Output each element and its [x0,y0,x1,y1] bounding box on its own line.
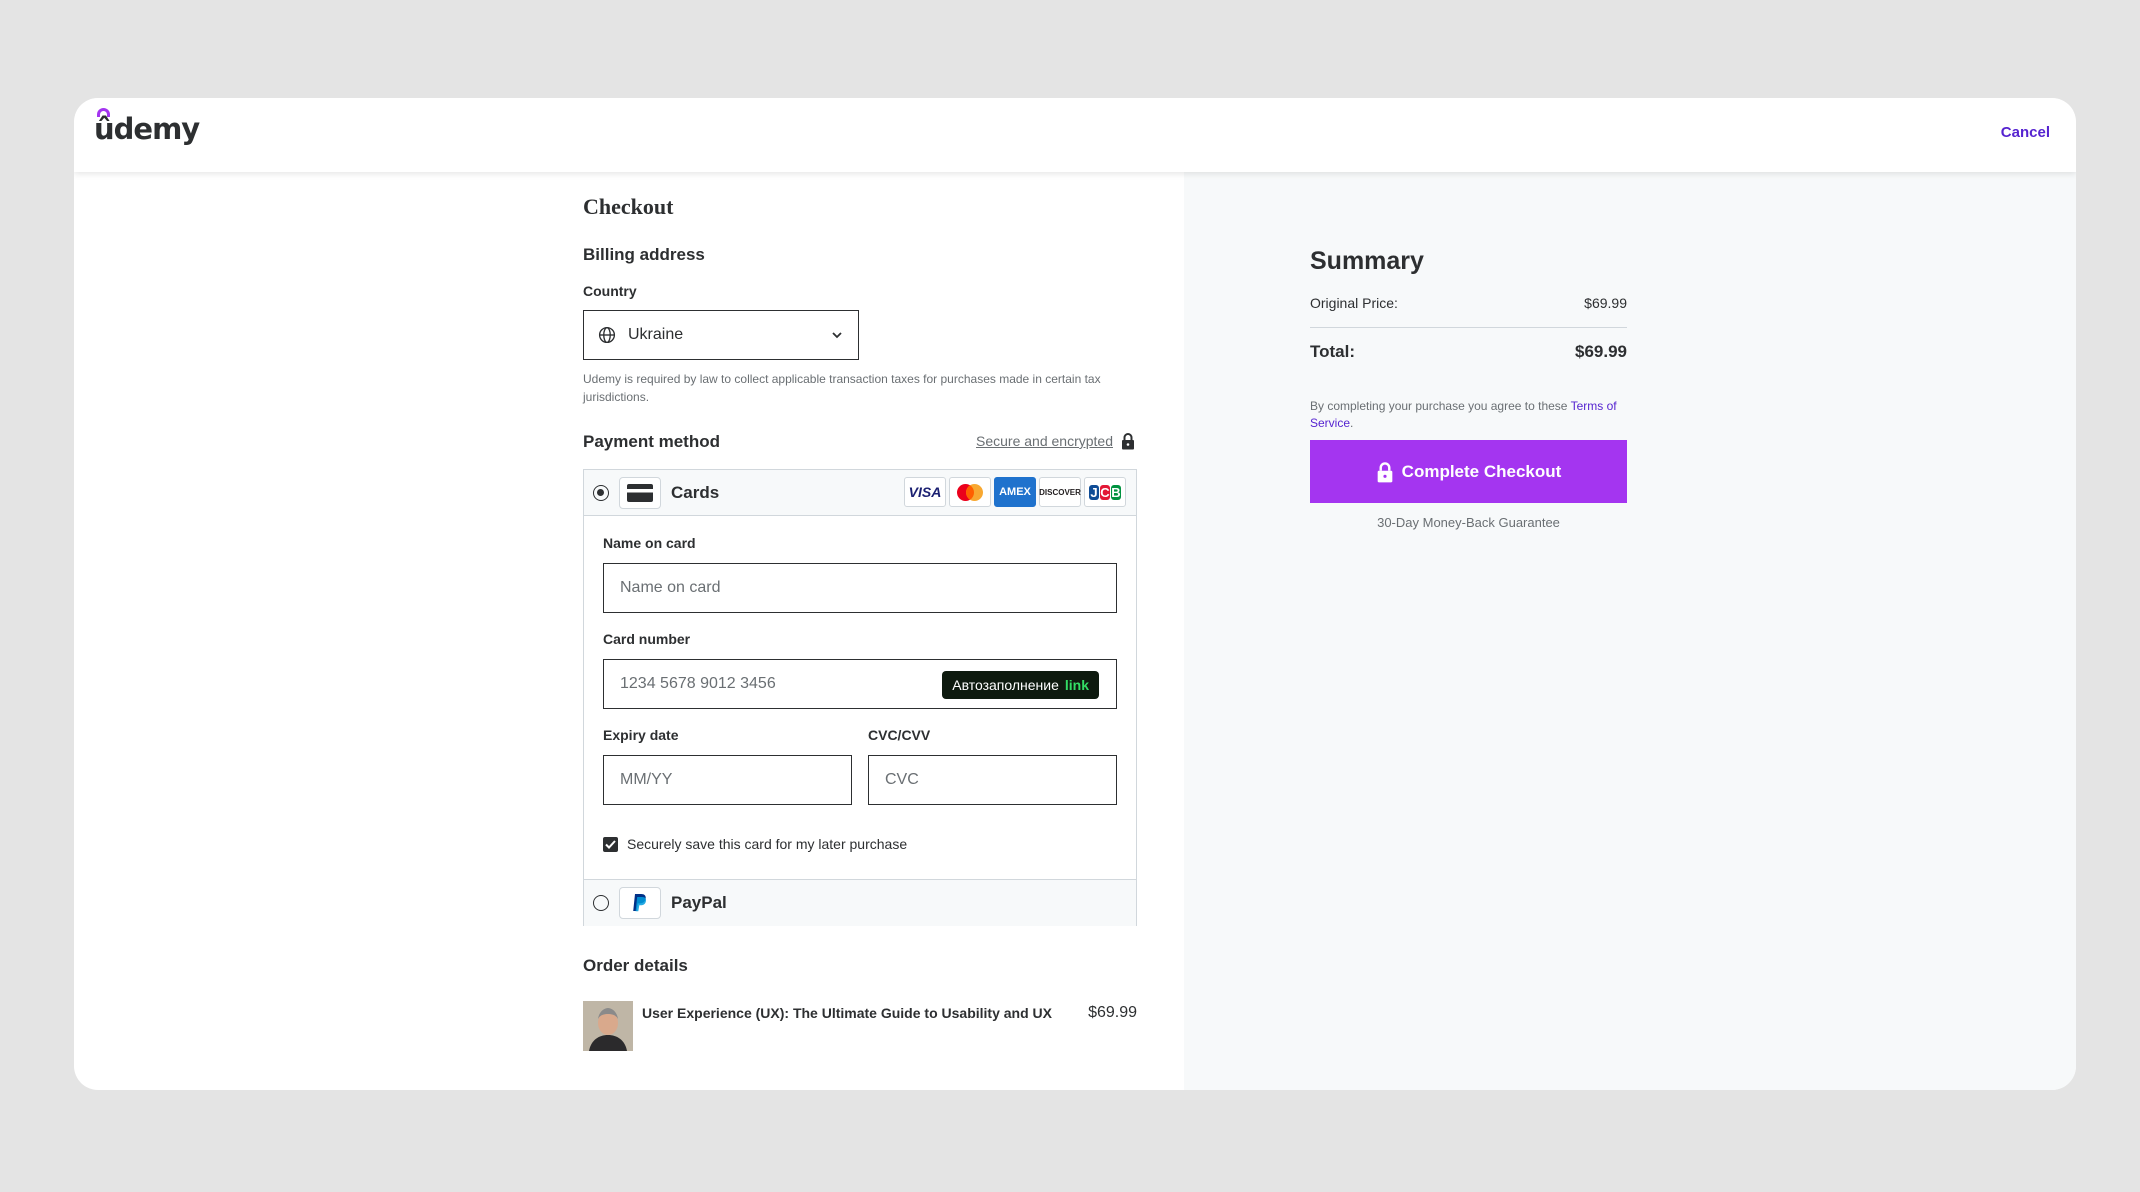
cards-option[interactable]: Cards VISA AMEX DISCOVER JCB [584,470,1136,516]
original-price-label: Original Price: [1310,295,1398,311]
jcb-logo: JCB [1084,477,1126,507]
mastercard-logo [949,477,991,507]
lock-icon [1377,461,1393,482]
terms-prefix: By completing your purchase you agree to… [1310,399,1568,413]
original-price-value: $69.99 [1584,295,1627,311]
card-number-label: Card number [603,631,691,647]
course-title: User Experience (UX): The Ultimate Guide… [642,1005,1052,1021]
cards-radio[interactable] [593,484,609,501]
expiry-date-input[interactable]: MM/YY [603,755,852,805]
cards-label: Cards [671,482,720,502]
discover-logo: DISCOVER [1039,477,1081,507]
money-back-guarantee: 30-Day Money-Back Guarantee [1377,515,1560,530]
cancel-link[interactable]: Cancel [2001,124,2050,141]
paypal-option[interactable]: PayPal [584,879,1136,926]
country-label: Country [583,283,637,299]
expiry-date-label: Expiry date [603,727,679,743]
globe-icon [598,326,616,344]
complete-checkout-label: Complete Checkout [1401,461,1562,481]
complete-checkout-button[interactable]: Complete Checkout [1310,440,1627,503]
country-select[interactable]: Ukraine [583,310,859,360]
credit-card-icon [619,476,661,509]
name-on-card-input[interactable]: Name on card [603,563,1117,613]
original-price-row: Original Price: $69.99 [1310,295,1627,311]
top-bar: ûdemy Cancel [74,98,2076,172]
order-details-heading: Order details [583,956,688,975]
save-card-checkbox[interactable] [603,836,618,852]
cvc-label: CVC/CVV [868,727,931,743]
paypal-icon [619,887,661,919]
save-card-row: Securely save this card for my later pur… [603,836,907,852]
udemy-logo[interactable]: ûdemy [94,108,200,146]
paypal-radio[interactable] [593,895,609,911]
course-price: $69.99 [1088,1004,1137,1021]
order-item: User Experience (UX): The Ultimate Guide… [583,1001,1137,1053]
logo-text: ûdemy [94,112,200,146]
card-brand-logos: VISA AMEX DISCOVER JCB [904,477,1126,507]
amex-logo: AMEX [994,477,1036,507]
total-label: Total: [1310,342,1356,361]
name-on-card-label: Name on card [603,535,696,551]
link-brand-text: link [1064,677,1089,693]
terms-suffix: . [1350,416,1354,430]
page-title: Checkout [583,194,674,219]
card-number-input[interactable]: 1234 5678 9012 3456 Автозаполнение link [603,659,1117,709]
total-value: $69.99 [1575,342,1627,361]
summary-divider [1310,327,1627,328]
payment-method-box: Cards VISA AMEX DISCOVER JCB Name on car… [583,469,1137,926]
lock-icon [1122,433,1134,450]
autofill-text: Автозаполнение [952,677,1059,693]
paypal-label: PayPal [671,893,727,912]
visa-logo: VISA [904,477,946,507]
checkout-window: ûdemy Cancel Checkout Billing address Co… [74,98,2076,1090]
link-autofill-button[interactable]: Автозаполнение link [942,671,1099,699]
total-row: Total: $69.99 [1310,342,1627,362]
billing-address-heading: Billing address [583,245,705,264]
payment-method-heading: Payment method [583,432,720,451]
save-card-label: Securely save this card for my later pur… [627,836,908,852]
secure-badge: Secure and encrypted [976,432,1135,450]
terms-note: By completing your purchase you agree to… [1310,398,1627,432]
cvc-input[interactable]: CVC [868,755,1117,805]
logo-cap-mark [97,108,110,117]
course-thumbnail [583,1001,633,1051]
chevron-down-icon [832,332,842,339]
summary-title: Summary [1310,247,1424,275]
country-value: Ukraine [628,326,684,343]
tax-note: Udemy is required by law to collect appl… [583,372,1101,404]
secure-text: Secure and encrypted [976,433,1113,449]
card-number-placeholder: 1234 5678 9012 3456 [620,675,776,692]
